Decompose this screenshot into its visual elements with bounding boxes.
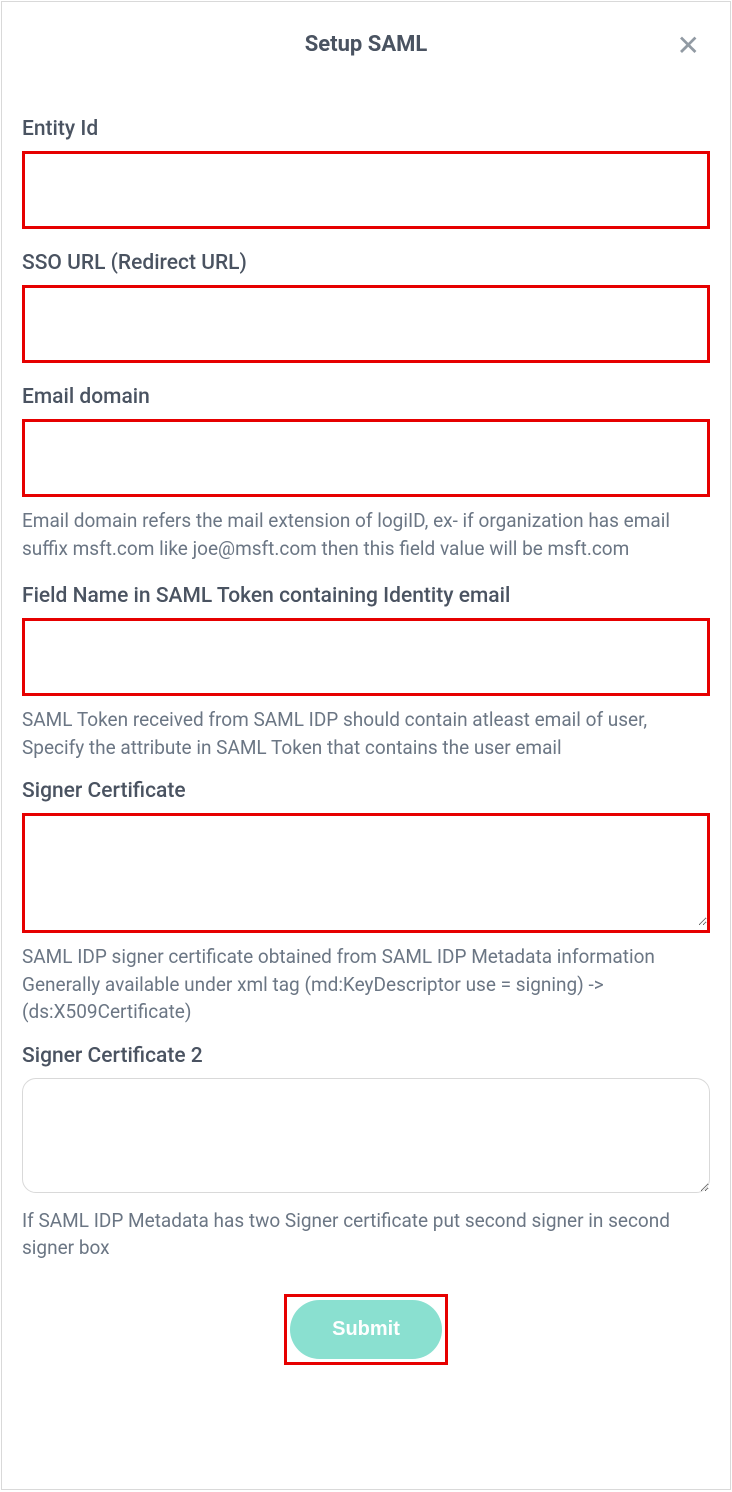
form-content: Entity Id SSO URL (Redirect URL) Email d… [22, 57, 710, 1365]
setup-saml-dialog: Setup SAML ✕ Entity Id SSO URL (Redirect… [1, 1, 731, 1490]
signer-cert-label: Signer Certificate [22, 779, 710, 803]
signer-cert-group: Signer Certificate SAML IDP signer certi… [22, 779, 710, 1026]
signer-cert2-textarea[interactable] [22, 1078, 710, 1193]
close-icon[interactable]: ✕ [672, 32, 705, 60]
submit-button[interactable]: Submit [290, 1300, 442, 1359]
sso-url-highlight [22, 285, 710, 363]
form-footer: Submit [22, 1284, 710, 1365]
entity-id-input[interactable] [25, 154, 707, 226]
signer-cert2-help: If SAML IDP Metadata has two Signer cert… [22, 1207, 710, 1262]
email-domain-highlight [22, 419, 710, 497]
entity-id-label: Entity Id [22, 117, 710, 141]
submit-highlight: Submit [284, 1294, 448, 1365]
field-name-group: Field Name in SAML Token containing Iden… [22, 584, 710, 761]
signer-cert-help: SAML IDP signer certificate obtained fro… [22, 943, 710, 1026]
email-domain-help: Email domain refers the mail extension o… [22, 507, 710, 562]
email-domain-group: Email domain Email domain refers the mai… [22, 385, 710, 562]
email-domain-label: Email domain [22, 385, 710, 409]
entity-id-highlight [22, 151, 710, 229]
sso-url-label: SSO URL (Redirect URL) [22, 251, 710, 275]
sso-url-group: SSO URL (Redirect URL) [22, 251, 710, 363]
dialog-title: Setup SAML [305, 32, 428, 57]
signer-cert-highlight [22, 813, 710, 933]
field-name-help: SAML Token received from SAML IDP should… [22, 706, 710, 761]
signer-cert2-group: Signer Certificate 2 If SAML IDP Metadat… [22, 1044, 710, 1262]
signer-cert-textarea[interactable] [25, 816, 707, 926]
entity-id-group: Entity Id [22, 117, 710, 229]
dialog-header: Setup SAML ✕ [22, 22, 710, 57]
field-name-label: Field Name in SAML Token containing Iden… [22, 584, 710, 608]
sso-url-input[interactable] [25, 288, 707, 360]
field-name-input[interactable] [25, 621, 707, 693]
email-domain-input[interactable] [25, 422, 707, 494]
field-name-highlight [22, 618, 710, 696]
signer-cert2-label: Signer Certificate 2 [22, 1044, 710, 1068]
